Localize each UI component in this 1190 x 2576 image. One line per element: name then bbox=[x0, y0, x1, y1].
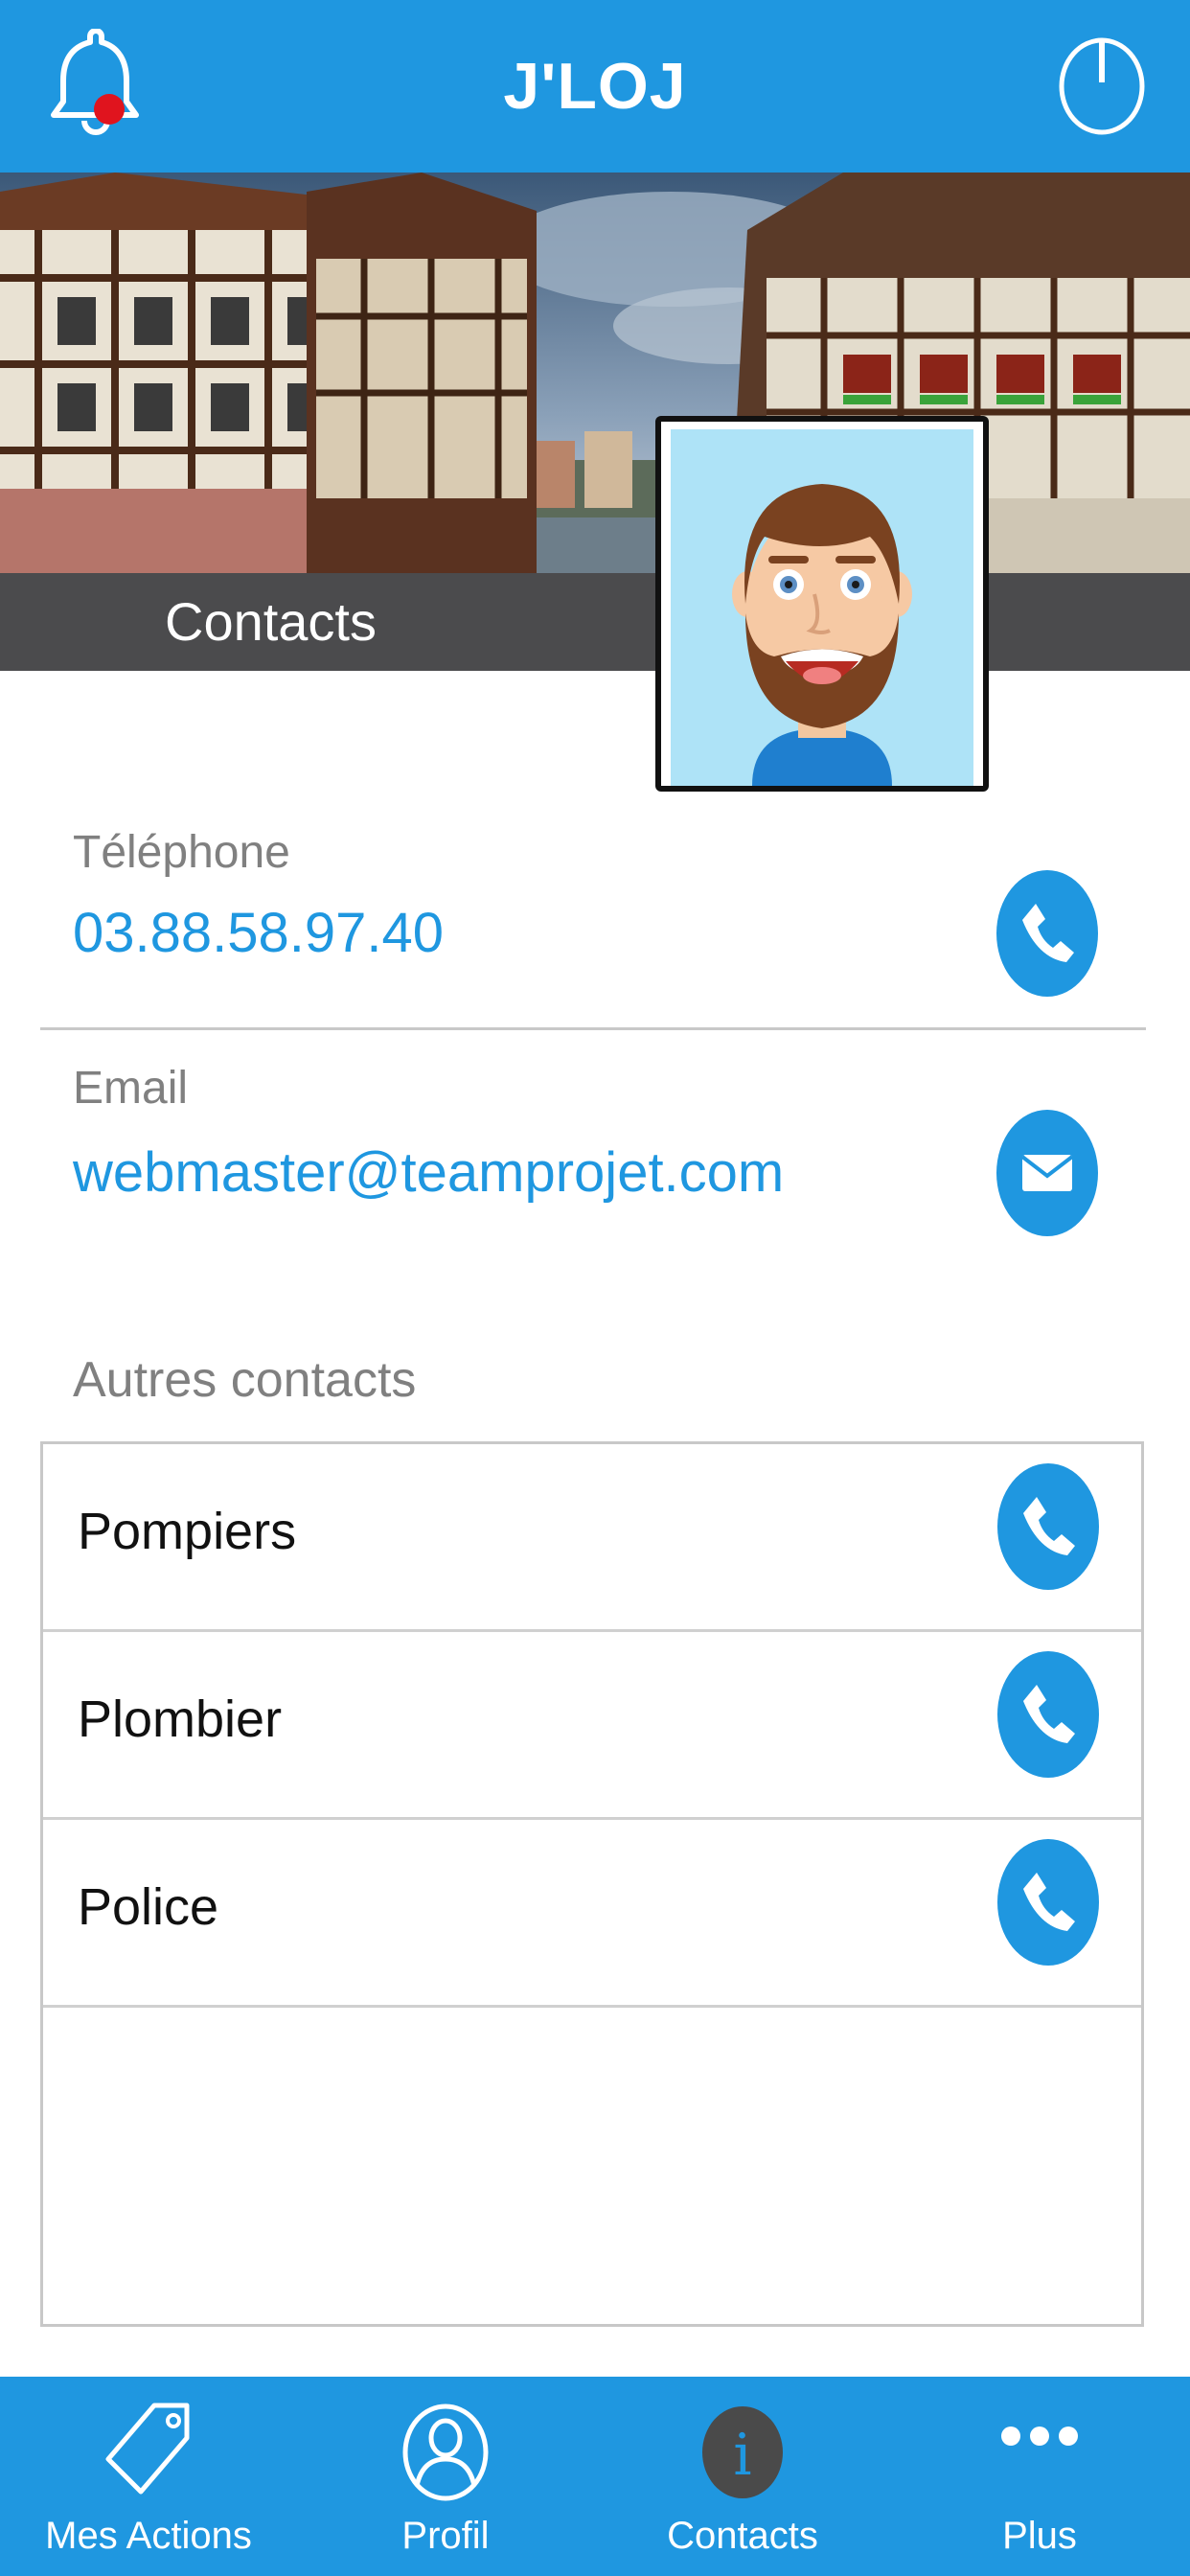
tab-label: Contacts bbox=[667, 2515, 818, 2557]
contact-name: Plombier bbox=[78, 1690, 283, 1748]
bottom-tab-bar: Mes Actions Profil i Contacts Plus bbox=[0, 2377, 1190, 2576]
tab-profil[interactable]: Profil bbox=[297, 2377, 594, 2576]
email-value[interactable]: webmaster@teamprojet.com bbox=[73, 1140, 784, 1205]
call-phone-button[interactable] bbox=[996, 870, 1098, 997]
contact-name: Pompiers bbox=[78, 1503, 297, 1560]
more-dots-icon bbox=[992, 2400, 1087, 2510]
phone-value[interactable]: 03.88.58.97.40 bbox=[73, 901, 444, 965]
tab-plus[interactable]: Plus bbox=[891, 2377, 1188, 2576]
other-contacts-label: Autres contacts bbox=[73, 1352, 417, 1408]
send-email-button[interactable] bbox=[996, 1110, 1098, 1236]
section-header: Contacts bbox=[0, 573, 1190, 671]
divider bbox=[40, 1027, 1146, 1030]
tab-contacts[interactable]: i Contacts bbox=[594, 2377, 891, 2576]
profile-avatar[interactable] bbox=[655, 416, 989, 792]
banner-image bbox=[0, 172, 1190, 575]
other-contacts-list: Pompiers Plombier Police bbox=[40, 1441, 1144, 2327]
section-title: Contacts bbox=[165, 591, 377, 652]
tab-label: Mes Actions bbox=[45, 2515, 252, 2557]
tab-label: Profil bbox=[401, 2515, 490, 2557]
svg-text:i: i bbox=[733, 2422, 751, 2489]
call-police-button[interactable] bbox=[997, 1839, 1099, 1966]
envelope-icon bbox=[1020, 1155, 1074, 1191]
avatar-image bbox=[671, 429, 973, 786]
person-icon bbox=[398, 2400, 493, 2510]
list-item: Plombier bbox=[43, 1632, 1141, 1820]
contact-name: Police bbox=[78, 1878, 219, 1936]
call-pompiers-button[interactable] bbox=[997, 1463, 1099, 1590]
phone-label: Téléphone bbox=[73, 827, 290, 878]
phone-icon bbox=[1023, 1497, 1075, 1555]
top-bar: J'LOJ bbox=[0, 0, 1190, 172]
phone-icon bbox=[1023, 1685, 1075, 1743]
app-title: J'LOJ bbox=[503, 50, 687, 123]
list-item: Police bbox=[43, 1820, 1141, 2008]
email-label: Email bbox=[73, 1063, 189, 1114]
notification-bell-icon[interactable] bbox=[48, 28, 153, 144]
tag-icon bbox=[101, 2400, 196, 2510]
phone-icon bbox=[1023, 1873, 1075, 1931]
call-plombier-button[interactable] bbox=[997, 1651, 1099, 1778]
info-icon: i bbox=[695, 2400, 790, 2510]
power-icon[interactable] bbox=[1054, 29, 1150, 139]
list-item: Pompiers bbox=[43, 1444, 1141, 1632]
tab-mes-actions[interactable]: Mes Actions bbox=[0, 2377, 297, 2576]
tab-label: Plus bbox=[1002, 2515, 1077, 2557]
phone-icon bbox=[1022, 904, 1074, 962]
